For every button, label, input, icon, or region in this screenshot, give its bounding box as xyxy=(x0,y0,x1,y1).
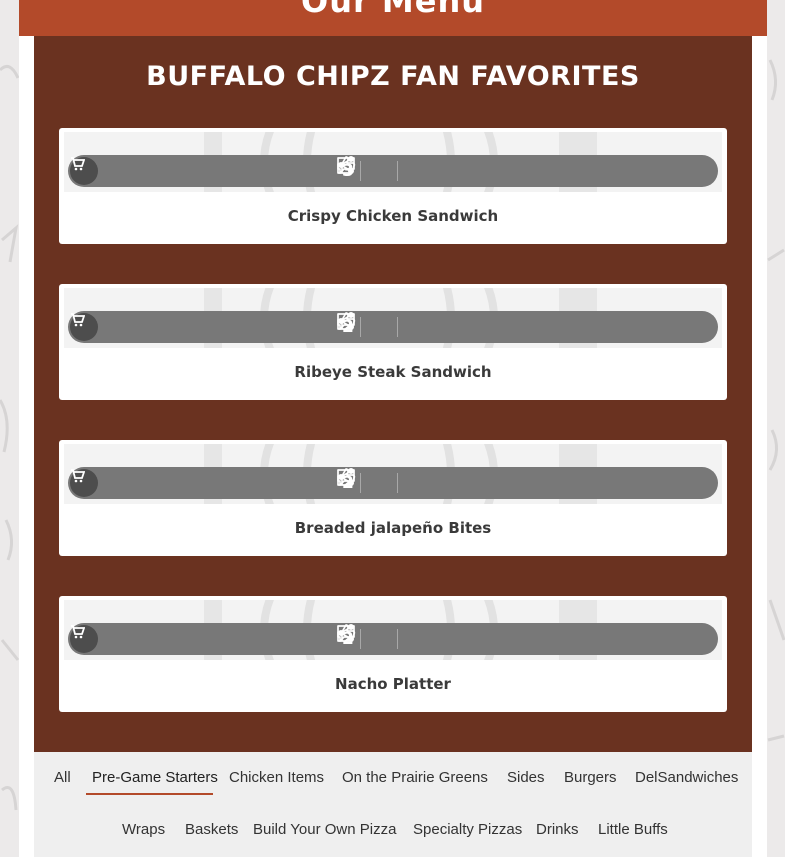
favorite-card[interactable]: 2 xyxy=(59,596,727,712)
active-tab-indicator xyxy=(86,793,213,795)
comment-button[interactable] xyxy=(337,469,391,495)
tab-sides[interactable]: Sides xyxy=(507,769,545,786)
tab-chicken-items[interactable]: Chicken Items xyxy=(229,769,324,786)
tab-little-buffs[interactable]: Little Buffs xyxy=(598,821,668,838)
item-name[interactable]: Ribeye Steak Sandwich xyxy=(59,363,727,381)
tab-baskets[interactable]: Baskets xyxy=(185,821,238,838)
card-actions: 2 xyxy=(336,623,428,655)
tab-on-the-prairie-greens[interactable]: On the Prairie Greens xyxy=(342,769,488,786)
share-icon xyxy=(338,468,354,486)
card-actions: 3 xyxy=(336,155,428,187)
divider xyxy=(359,161,361,181)
add-to-cart-button[interactable] xyxy=(70,157,98,185)
action-bar: 2 xyxy=(68,623,718,655)
divider xyxy=(359,473,361,493)
comment-button[interactable] xyxy=(337,157,391,183)
favorite-card[interactable]: 3 Crispy Chicken Sandwich xyxy=(59,128,727,244)
divider xyxy=(359,317,361,337)
divider xyxy=(396,317,398,337)
tab-pre-game-starters[interactable]: Pre-Game Starters xyxy=(92,769,218,786)
fan-favorites-panel: BUFFALO CHIPZ FAN FAVORITES 3 Crispy Chi… xyxy=(34,36,752,752)
card-image: 2 xyxy=(64,288,722,348)
menu-banner: Our Menu xyxy=(19,0,767,36)
action-bar: 2 xyxy=(68,467,718,499)
divider xyxy=(396,473,398,493)
card-image: 3 xyxy=(64,132,722,192)
add-to-cart-button[interactable] xyxy=(70,469,98,497)
favorite-card[interactable]: 2 xyxy=(59,440,727,556)
card-image: 2 xyxy=(64,600,722,660)
share-icon xyxy=(338,624,354,642)
comment-button[interactable] xyxy=(337,625,391,651)
share-button[interactable] xyxy=(338,156,428,183)
tab-delsandwiches[interactable]: DelSandwiches xyxy=(635,769,738,786)
tab-build-your-own-pizza[interactable]: Build Your Own Pizza xyxy=(253,821,396,838)
comment-button[interactable] xyxy=(337,313,391,339)
tab-burgers[interactable]: Burgers xyxy=(564,769,617,786)
share-button[interactable] xyxy=(338,624,428,651)
share-icon xyxy=(338,156,354,174)
tab-all[interactable]: All xyxy=(54,769,71,786)
cart-icon xyxy=(71,157,85,171)
divider xyxy=(359,629,361,649)
cart-icon xyxy=(71,469,85,483)
cart-icon xyxy=(71,313,85,327)
favorite-card[interactable]: 2 xyxy=(59,284,727,400)
card-actions: 2 xyxy=(336,311,428,343)
tab-specialty-pizzas[interactable]: Specialty Pizzas xyxy=(413,821,522,838)
cart-icon xyxy=(71,625,85,639)
divider xyxy=(396,629,398,649)
share-icon xyxy=(338,312,354,330)
menu-title: Our Menu xyxy=(300,0,485,20)
action-bar: 3 xyxy=(68,155,718,187)
tab-wraps[interactable]: Wraps xyxy=(122,821,165,838)
fan-favorites-heading: BUFFALO CHIPZ FAN FAVORITES xyxy=(146,61,640,92)
item-name[interactable]: Nacho Platter xyxy=(59,675,727,693)
divider xyxy=(396,161,398,181)
share-button[interactable] xyxy=(338,468,428,495)
add-to-cart-button[interactable] xyxy=(70,625,98,653)
action-bar: 2 xyxy=(68,311,718,343)
add-to-cart-button[interactable] xyxy=(70,313,98,341)
item-name[interactable]: Breaded jalapeño Bites xyxy=(59,519,727,537)
card-image: 2 xyxy=(64,444,722,504)
card-actions: 2 xyxy=(336,467,428,499)
menu-category-tabs: All Pre-Game Starters Chicken Items On t… xyxy=(34,752,752,857)
page-content: Our Menu BUFFALO CHIPZ FAN FAVORITES 3 C… xyxy=(19,0,767,857)
share-button[interactable] xyxy=(338,312,428,339)
item-name[interactable]: Crispy Chicken Sandwich xyxy=(59,207,727,225)
tab-drinks[interactable]: Drinks xyxy=(536,821,579,838)
